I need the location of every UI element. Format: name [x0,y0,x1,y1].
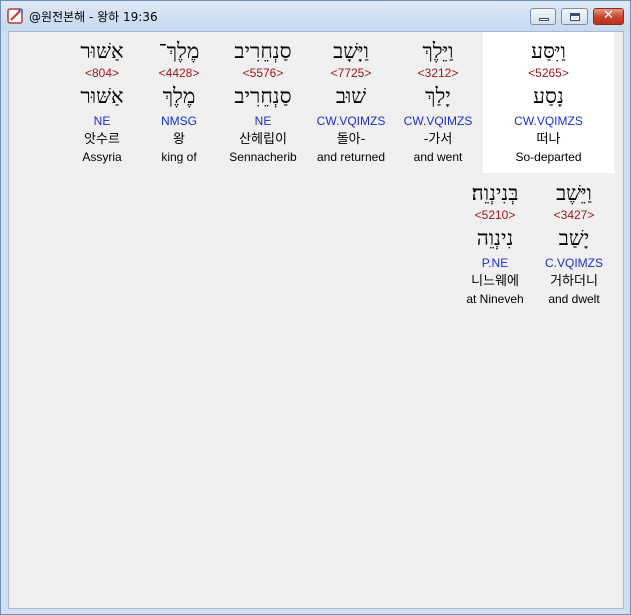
hebrew-surface-form: מֶלֶךְ־ [158,39,200,63]
maximize-button[interactable] [561,8,588,25]
word-block[interactable]: וַיֵּשֶׁב <3427> יָשַׁב C.VQIMZS 거하더니 an… [535,180,613,310]
strong-number[interactable]: <7725> [307,66,395,80]
hebrew-surface-form: סַנְחֵרִיב [234,39,292,63]
hebrew-surface-form: וַיָּשָׁב [333,39,369,63]
word-block[interactable]: וַיִּסַּע <5265> נָסַע CW.VQIMZS 떠나 So-d… [483,38,614,168]
english-gloss: and dwelt [548,292,600,306]
morphology-code: NE [254,114,272,128]
strong-number[interactable]: <3427> [535,208,613,222]
morphology-code: C.VQIMZS [544,256,603,270]
strong-number[interactable]: <5210> [457,208,533,222]
english-gloss: at Nineveh [466,292,524,306]
word-block[interactable]: סַנְחֵרִיב <5576> סַנְחֵרִיב NE 산헤립이 Sen… [221,38,305,168]
hebrew-lemma: נִינְוֵה [476,226,514,250]
interlinear-view[interactable]: וַיִּסַּע <5265> נָסַע CW.VQIMZS 떠나 So-d… [8,31,624,609]
title-bar[interactable]: @원전본해 - 왕하 19:36 ✕ [1,1,630,31]
app-icon [7,8,23,24]
hebrew-surface-form: וַיֵּשֶׁב [556,181,592,205]
minimize-icon [539,18,549,21]
word-block[interactable]: בְּנִינְוֵה׃ <5210> נִינְוֵה P.NE 니느웨에 a… [457,180,533,310]
word-block[interactable]: וַיָּשָׁב <7725> שׁוּב CW.VQIMZS 돌아- and… [307,38,395,168]
word-block[interactable]: וַיֵּלֶךְ <3212> יָלַךְ CW.VQIMZS -가서 an… [394,38,482,168]
close-icon: ✕ [603,8,614,23]
strong-number[interactable]: <804> [69,66,135,80]
strong-number[interactable]: <5576> [221,66,305,80]
korean-gloss: 니느웨에 [471,274,519,289]
korean-gloss: 앗수르 [84,132,120,147]
app-window: @원전본해 - 왕하 19:36 ✕ וַיִּסַּע <5265> נָסַ… [0,0,631,615]
korean-gloss: -가서 [423,132,453,147]
strong-number[interactable]: <3212> [394,66,482,80]
hebrew-lemma: אַשּׁוּר [80,84,124,108]
word-block[interactable]: אַשּׁוּר <804> אַשּׁוּר NE 앗수르 Assyria [69,38,135,168]
korean-gloss: 거하더니 [550,274,598,289]
korean-gloss: 돌아- [336,132,366,147]
hebrew-lemma: נָסַע [533,84,564,108]
english-gloss: Sennacherib [229,150,297,164]
hebrew-lemma: יָלַךְ [425,84,451,108]
english-gloss: king of [161,150,197,164]
hebrew-surface-form: אַשּׁוּר [80,39,124,63]
morphology-code: NE [93,114,111,128]
hebrew-lemma: מֶלֶךְ [162,84,196,108]
hebrew-lemma: שׁוּב [335,84,367,108]
korean-gloss: 떠나 [536,132,561,147]
window-title: @원전본해 - 왕하 19:36 [29,10,158,24]
korean-gloss: 왕 [173,132,185,147]
english-gloss: So-departed [515,150,582,164]
hebrew-surface-form: וַיִּסַּע [531,39,566,63]
morphology-code: CW.VQIMZS [316,114,386,128]
morphology-code: CW.VQIMZS [403,114,473,128]
hebrew-surface-form: וַיֵּלֶךְ [422,39,454,63]
strong-number[interactable]: <4428> [146,66,212,80]
morphology-code: NMSG [161,114,197,128]
strong-number[interactable]: <5265> [483,66,614,80]
morphology-code: P.NE [481,256,509,270]
english-gloss: and went [413,150,463,164]
morphology-code: CW.VQIMZS [514,114,583,128]
english-gloss: Assyria [82,150,122,164]
hebrew-surface-form: בְּנִינְוֵה׃ [471,181,519,205]
korean-gloss: 산헤립이 [239,132,287,147]
english-gloss: and returned [316,150,386,164]
hebrew-lemma: סַנְחֵרִיב [234,84,292,108]
word-block[interactable]: מֶלֶךְ־ <4428> מֶלֶךְ NMSG 왕 king of [146,38,212,168]
minimize-button[interactable] [530,8,556,25]
maximize-icon [570,13,580,21]
close-button[interactable]: ✕ [593,8,624,25]
hebrew-lemma: יָשַׁב [558,226,590,250]
